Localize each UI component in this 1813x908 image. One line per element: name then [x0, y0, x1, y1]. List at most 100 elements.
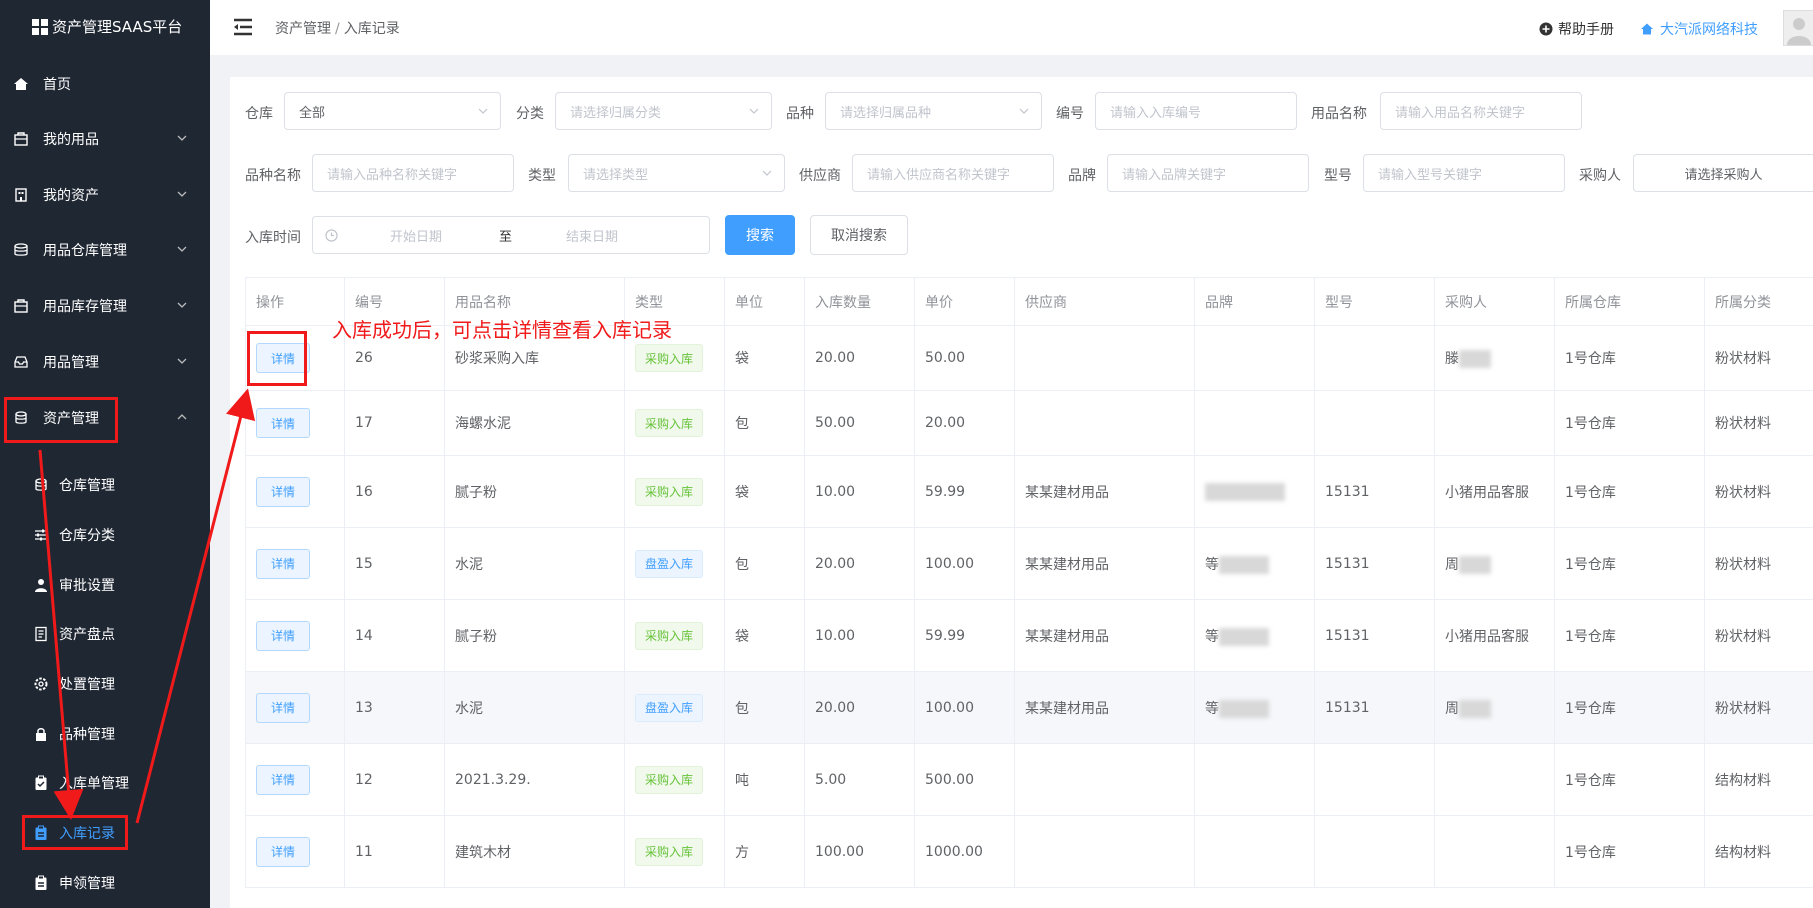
variety-name-input[interactable]: 请输入品种名称关键字 [312, 154, 514, 192]
cell-unit-price: 20.00 [914, 390, 1015, 456]
warehouse-select-value: 全部 [299, 105, 326, 121]
item-name-input[interactable]: 请输入用品名称关键字 [1380, 92, 1582, 130]
warehouse-select[interactable]: 全部 [284, 92, 501, 130]
column-header: 单价 [914, 277, 1015, 326]
sidebar-item-supply-management[interactable]: 用品管理 [0, 342, 210, 382]
type-tag: 采购入库 [635, 477, 703, 506]
sidebar-subitem-stock-in-orders[interactable]: 入库单管理 [0, 763, 210, 803]
detail-button[interactable]: 详情 [256, 692, 310, 723]
avatar[interactable] [1783, 10, 1813, 46]
sidebar-item-my-assets[interactable]: 我的资产 [0, 175, 210, 215]
highlight-box-detail-button [247, 331, 307, 386]
cell-number: 13 [344, 671, 445, 744]
sidebar-subitem-disposal[interactable]: 处置管理 [0, 664, 210, 704]
search-button[interactable]: 搜索 [725, 215, 795, 255]
type-tag: 盘盈入库 [635, 693, 703, 722]
end-date-placeholder: 结束日期 [566, 229, 619, 245]
type-tag: 盘盈入库 [635, 549, 703, 578]
detail-button[interactable]: 详情 [256, 620, 310, 651]
company-link[interactable]: 大汽派网络科技 [1640, 19, 1758, 39]
cell-category: 粉状材料 [1704, 671, 1813, 744]
cell-item-name: 建筑木材 [444, 815, 625, 888]
brand-input[interactable]: 请输入品牌关键字 [1107, 154, 1309, 192]
cell-brand [1194, 390, 1315, 456]
cancel-search-button[interactable]: 取消搜索 [810, 215, 908, 255]
variety-select[interactable]: 请选择归属品种 [825, 92, 1042, 130]
sidebar-item-supply-inventory[interactable]: 用品库存管理 [0, 286, 210, 326]
redacted-mask [1219, 555, 1269, 574]
item-name-input-placeholder: 请输入用品名称关键字 [1395, 105, 1526, 121]
supplier-input[interactable]: 请输入供应商名称关键字 [852, 154, 1054, 192]
cell-buyer: 小猪用品客服 [1434, 599, 1555, 672]
column-header: 操作 [245, 277, 345, 326]
cell-quantity: 5.00 [804, 743, 915, 816]
cell-category: 粉状材料 [1704, 390, 1813, 456]
cell-brand-text: 等 [1205, 556, 1219, 573]
sidebar-item-label: 我的用品 [43, 132, 99, 148]
menu-toggle-icon[interactable] [232, 17, 254, 37]
cell-unit: 袋 [724, 599, 805, 672]
sidebar-subitem-variety[interactable]: 品种管理 [0, 714, 210, 754]
date-range-picker[interactable]: 开始日期 至 结束日期 [312, 216, 710, 254]
cell-quantity: 20.00 [804, 671, 915, 744]
highlight-box-asset-management [4, 397, 118, 443]
cell-buyer [1434, 390, 1555, 456]
variety-name-input-placeholder: 请输入品种名称关键字 [327, 167, 458, 183]
category-select-placeholder: 请选择归属分类 [570, 105, 662, 121]
detail-button[interactable]: 详情 [256, 408, 310, 438]
cell-item-name: 2021.3.29. [444, 743, 625, 816]
sidebar-subitem-requisition[interactable]: 申领管理 [0, 863, 210, 903]
sidebar-item-label: 用品管理 [43, 355, 99, 371]
cell-quantity: 50.00 [804, 390, 915, 456]
number-input[interactable]: 请输入入库编号 [1095, 92, 1297, 130]
sidebar-item-home[interactable]: 首页 [0, 64, 210, 104]
cell-unit-price: 100.00 [914, 527, 1015, 600]
column-header: 品牌 [1194, 277, 1315, 326]
sidebar-item-supply-warehouse[interactable]: 用品仓库管理 [0, 230, 210, 270]
cell-unit-price: 59.99 [914, 599, 1015, 672]
category-select[interactable]: 请选择归属分类 [555, 92, 772, 130]
cell-actions: 详情 [245, 815, 345, 888]
sidebar-subitem-approval-settings[interactable]: 审批设置 [0, 565, 210, 605]
sidebar-item-my-supplies[interactable]: 我的用品 [0, 119, 210, 159]
cell-category: 粉状材料 [1704, 527, 1813, 600]
buyer-select[interactable]: 请选择采购人 [1633, 154, 1813, 192]
top-header: 资产管理 / 入库记录 帮助手册 大汽派网络科技 [210, 0, 1813, 55]
cell-brand-text: 等 [1205, 628, 1219, 645]
column-header: 供应商 [1014, 277, 1195, 326]
detail-button[interactable]: 详情 [256, 836, 310, 867]
cell-category: 结构材料 [1704, 815, 1813, 888]
date-label: 入库时间 [245, 230, 301, 246]
sidebar-subitem-warehouse-category[interactable]: 仓库分类 [0, 515, 210, 555]
warehouse-label: 仓库 [245, 106, 273, 122]
cell-brand [1194, 325, 1315, 391]
cell-unit: 包 [724, 671, 805, 744]
brand-input-placeholder: 请输入品牌关键字 [1122, 167, 1227, 183]
sidebar-subitem-warehouse[interactable]: 仓库管理 [0, 465, 210, 505]
breadcrumb-item[interactable]: 资产管理 [275, 21, 331, 37]
app-logo[interactable]: 资产管理SAAS平台 [32, 16, 182, 37]
cell-brand [1194, 743, 1315, 816]
cell-supplier [1014, 743, 1195, 816]
cell-model: 15131 [1314, 599, 1435, 672]
variety-name-label: 品种名称 [245, 168, 301, 184]
cell-actions: 详情 [245, 527, 345, 600]
model-input[interactable]: 请输入型号关键字 [1363, 154, 1565, 192]
cell-supplier [1014, 815, 1195, 888]
cell-buyer: 滕 [1434, 325, 1555, 391]
detail-button[interactable]: 详情 [256, 764, 310, 795]
cell-model: 15131 [1314, 527, 1435, 600]
help-manual-link[interactable]: 帮助手册 [1539, 19, 1614, 39]
chevron-down-icon [177, 246, 187, 252]
date-separator: 至 [499, 229, 513, 245]
cell-supplier: 某某建材用品 [1014, 527, 1195, 600]
detail-button[interactable]: 详情 [256, 476, 310, 507]
number-label: 编号 [1056, 106, 1084, 122]
sliders-icon [33, 527, 49, 543]
cell-supplier: 某某建材用品 [1014, 599, 1195, 672]
type-select[interactable]: 请选择类型 [568, 154, 785, 192]
detail-button[interactable]: 详情 [256, 548, 310, 579]
cell-unit: 方 [724, 815, 805, 888]
cell-number: 14 [344, 599, 445, 672]
sidebar-subitem-asset-inventory[interactable]: 资产盘点 [0, 614, 210, 654]
